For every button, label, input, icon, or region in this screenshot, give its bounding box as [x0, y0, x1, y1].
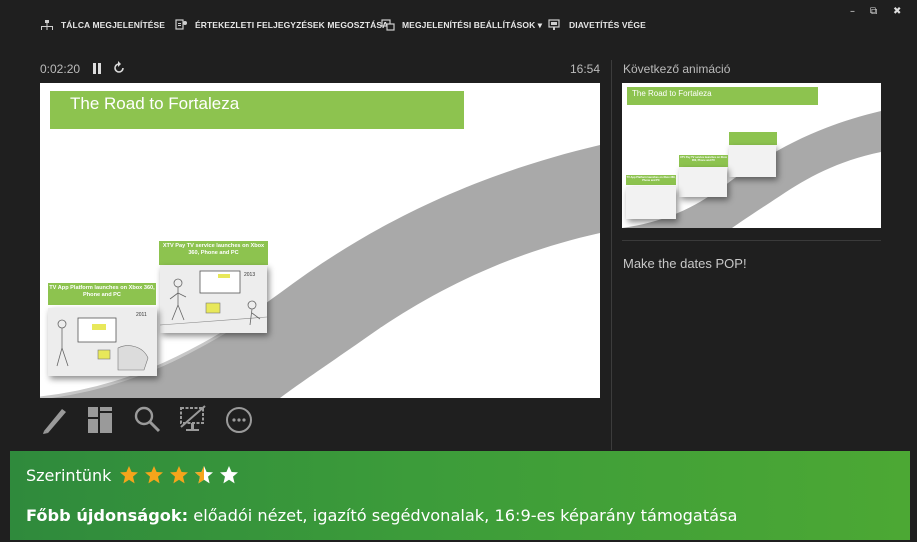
next-slide-title-bar: The Road to Fortaleza — [627, 87, 818, 105]
end-slideshow-button[interactable]: DIAVETÍTÉS VÉGE — [548, 17, 646, 33]
star-icon — [120, 466, 139, 484]
end-show-icon — [548, 19, 560, 30]
next-callout-3 — [729, 132, 777, 145]
taskbar-icon — [41, 20, 53, 30]
next-sketch-1 — [679, 167, 727, 197]
half-star-icon — [195, 466, 214, 484]
callout-xtv: XTV Pay TV service launches on Xbox 360,… — [159, 241, 268, 265]
display-settings-label: MEGJELENÍTÉSI BEÁLLÍTÁSOK ▾ — [402, 19, 543, 30]
pause-icon[interactable] — [93, 63, 101, 74]
clock: 16:54 — [569, 62, 600, 76]
slide-title: The Road to Fortaleza — [70, 94, 240, 113]
next-slide-title: The Road to Fortaleza — [632, 89, 712, 98]
minimize-button[interactable]: – — [850, 6, 855, 17]
share-notes-button[interactable]: ÉRTEKEZLETI FELJEGYZÉSEK MEGOSZTÁSA — [174, 17, 388, 33]
more-options-icon[interactable] — [224, 403, 254, 435]
empty-star-icon — [220, 466, 239, 484]
onenote-share-icon — [175, 19, 187, 30]
sketch-image-2011: 2011 — [48, 308, 157, 376]
star-icon — [170, 466, 189, 484]
pane-divider[interactable] — [611, 60, 612, 450]
sketch-year-2011: 2011 — [136, 312, 147, 318]
features-line: Főbb újdonságok: előadói nézet, igazító … — [26, 506, 737, 525]
review-banner: Szerintünk Főbb újdonságok: előadói néze… — [10, 451, 910, 540]
rating-label: Szerintünk — [26, 465, 112, 485]
next-callout-1-text: XTV Pay TV service launches on Xbox 360,… — [680, 156, 727, 163]
timer-row: 0:02:20 16:54 — [40, 61, 600, 78]
next-callout-2-text: TV App Platform launches on Xbox 360, Ph… — [626, 176, 676, 183]
speaker-notes: Make the dates POP! — [623, 256, 747, 271]
callout-xtv-text: XTV Pay TV service launches on Xbox 360,… — [162, 243, 265, 256]
presenter-toolbar: TÁLCA MEGJELENÍTÉSE ÉRTEKEZLETI FELJEGYZ… — [0, 0, 917, 48]
slide-title-bar: The Road to Fortaleza — [50, 91, 464, 129]
notes-divider — [622, 240, 881, 241]
display-settings-icon — [381, 19, 395, 31]
sketch-image-2013: 2013 — [160, 265, 267, 333]
close-button[interactable]: ✖ — [893, 6, 901, 17]
share-notes-label: ÉRTEKEZLETI FELJEGYZÉSEK MEGOSZTÁSA — [195, 20, 389, 30]
show-taskbar-button[interactable]: TÁLCA MEGJELENÍTÉSE — [40, 17, 165, 33]
slides-grid-icon[interactable] — [85, 403, 115, 435]
zoom-icon[interactable] — [132, 403, 162, 435]
rating-row: Szerintünk — [26, 465, 244, 485]
features-text: előadói nézet, igazító segédvonalak, 16:… — [188, 506, 738, 525]
show-taskbar-label: TÁLCA MEGJELENÍTÉSE — [61, 20, 166, 30]
next-callout-1: XTV Pay TV service launches on Xbox 360,… — [679, 155, 728, 167]
next-slide-preview[interactable]: The Road to Fortaleza XTV Pay TV service… — [622, 83, 881, 228]
features-heading: Főbb újdonságok: — [26, 506, 189, 525]
restore-button[interactable]: ⧉ — [870, 6, 877, 17]
display-settings-button[interactable]: MEGJELENÍTÉSI BEÁLLÍTÁSOK ▾ — [381, 17, 542, 33]
pen-icon[interactable] — [40, 403, 70, 435]
star-icon — [145, 466, 164, 484]
reset-icon[interactable] — [113, 61, 125, 74]
callout-tv-app-text: TV App Platform launches on Xbox 360, Ph… — [49, 285, 155, 298]
next-animation-label: Következő animáció — [623, 62, 731, 76]
next-sketch-3 — [729, 145, 776, 177]
next-callout-2: TV App Platform launches on Xbox 360, Ph… — [626, 175, 676, 185]
elapsed-timer: 0:02:20 — [40, 62, 81, 76]
next-sketch-2 — [626, 187, 676, 219]
sketch-year-2013: 2013 — [244, 272, 256, 278]
callout-tv-app: TV App Platform launches on Xbox 360, Ph… — [48, 283, 156, 305]
current-slide[interactable]: The Road to Fortaleza XTV Pay TV service… — [40, 83, 600, 398]
black-screen-icon[interactable] — [178, 403, 208, 435]
end-slideshow-label: DIAVETÍTÉS VÉGE — [569, 20, 646, 30]
